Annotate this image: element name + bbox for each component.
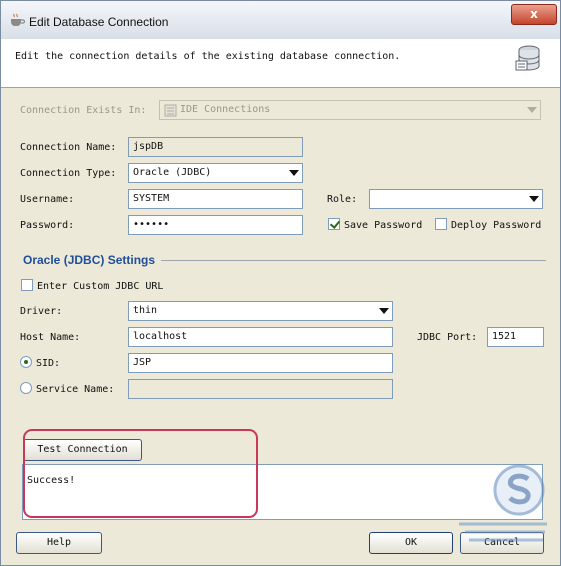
service-name-radio[interactable] [20, 382, 32, 394]
chevron-down-icon [289, 170, 299, 176]
close-button[interactable]: x [511, 4, 557, 25]
deploy-password-checkbox[interactable] [435, 218, 447, 230]
save-password-label: Save Password [344, 220, 423, 231]
connection-name-value: jspDB [133, 141, 164, 152]
section-title: Oracle (JDBC) Settings [23, 253, 156, 267]
driver-combo[interactable]: thin [128, 301, 393, 321]
connection-name-label: Connection Name: [20, 142, 117, 153]
connection-type-combo[interactable]: Oracle (JDBC) [128, 163, 303, 183]
password-label: Password: [20, 220, 75, 231]
chevron-down-icon [379, 308, 389, 314]
host-name-value: localhost [133, 331, 188, 342]
watermark-logo [459, 464, 547, 542]
connection-exists-in-label: Connection Exists In: [20, 105, 147, 116]
driver-value: thin [133, 305, 158, 316]
username-label: Username: [20, 194, 75, 205]
jdbc-port-field[interactable]: 1521 [487, 327, 544, 347]
java-cup-icon [11, 13, 25, 26]
chevron-down-icon [529, 196, 539, 202]
role-combo[interactable] [369, 189, 543, 209]
ok-button[interactable]: OK [369, 532, 453, 554]
window-title: Edit Database Connection [29, 15, 169, 29]
sid-label: SID: [36, 358, 61, 369]
jdbc-port-value: 1521 [492, 331, 517, 342]
password-value: •••••• [133, 219, 170, 230]
host-name-field[interactable]: localhost [128, 327, 393, 347]
driver-label: Driver: [20, 306, 63, 317]
header-description: Edit the connection details of the exist… [15, 51, 401, 62]
username-field[interactable]: SYSTEM [128, 189, 303, 209]
custom-url-label: Enter Custom JDBC URL [37, 281, 164, 292]
username-value: SYSTEM [133, 193, 170, 204]
sid-field[interactable]: JSP [128, 353, 393, 373]
jdbc-port-label: JDBC Port: [417, 332, 478, 343]
connection-exists-in-value: IDE Connections [180, 104, 271, 115]
connections-icon [164, 104, 177, 117]
connection-name-field[interactable]: jspDB [128, 137, 303, 157]
database-icon [515, 45, 540, 71]
custom-url-checkbox[interactable] [21, 279, 33, 291]
save-password-checkbox[interactable] [328, 218, 340, 230]
close-icon: x [530, 7, 538, 21]
sid-value: JSP [133, 357, 152, 368]
role-label: Role: [327, 194, 358, 205]
host-name-label: Host Name: [20, 332, 81, 343]
chevron-down-icon [527, 107, 537, 113]
password-field[interactable]: •••••• [128, 215, 303, 235]
connection-exists-in-combo: IDE Connections [159, 100, 541, 120]
title-bar[interactable]: Edit Database Connection x [1, 1, 560, 40]
help-button[interactable]: Help [16, 532, 102, 554]
highlight-annotation [23, 429, 258, 518]
connection-type-label: Connection Type: [20, 168, 117, 179]
connection-type-value: Oracle (JDBC) [133, 167, 212, 178]
dialog-header: Edit the connection details of the exist… [1, 39, 560, 88]
sid-radio[interactable] [20, 356, 32, 368]
deploy-password-label: Deploy Password [451, 220, 542, 231]
service-name-label: Service Name: [36, 384, 115, 395]
section-divider [161, 260, 546, 261]
service-name-field[interactable] [128, 379, 393, 399]
